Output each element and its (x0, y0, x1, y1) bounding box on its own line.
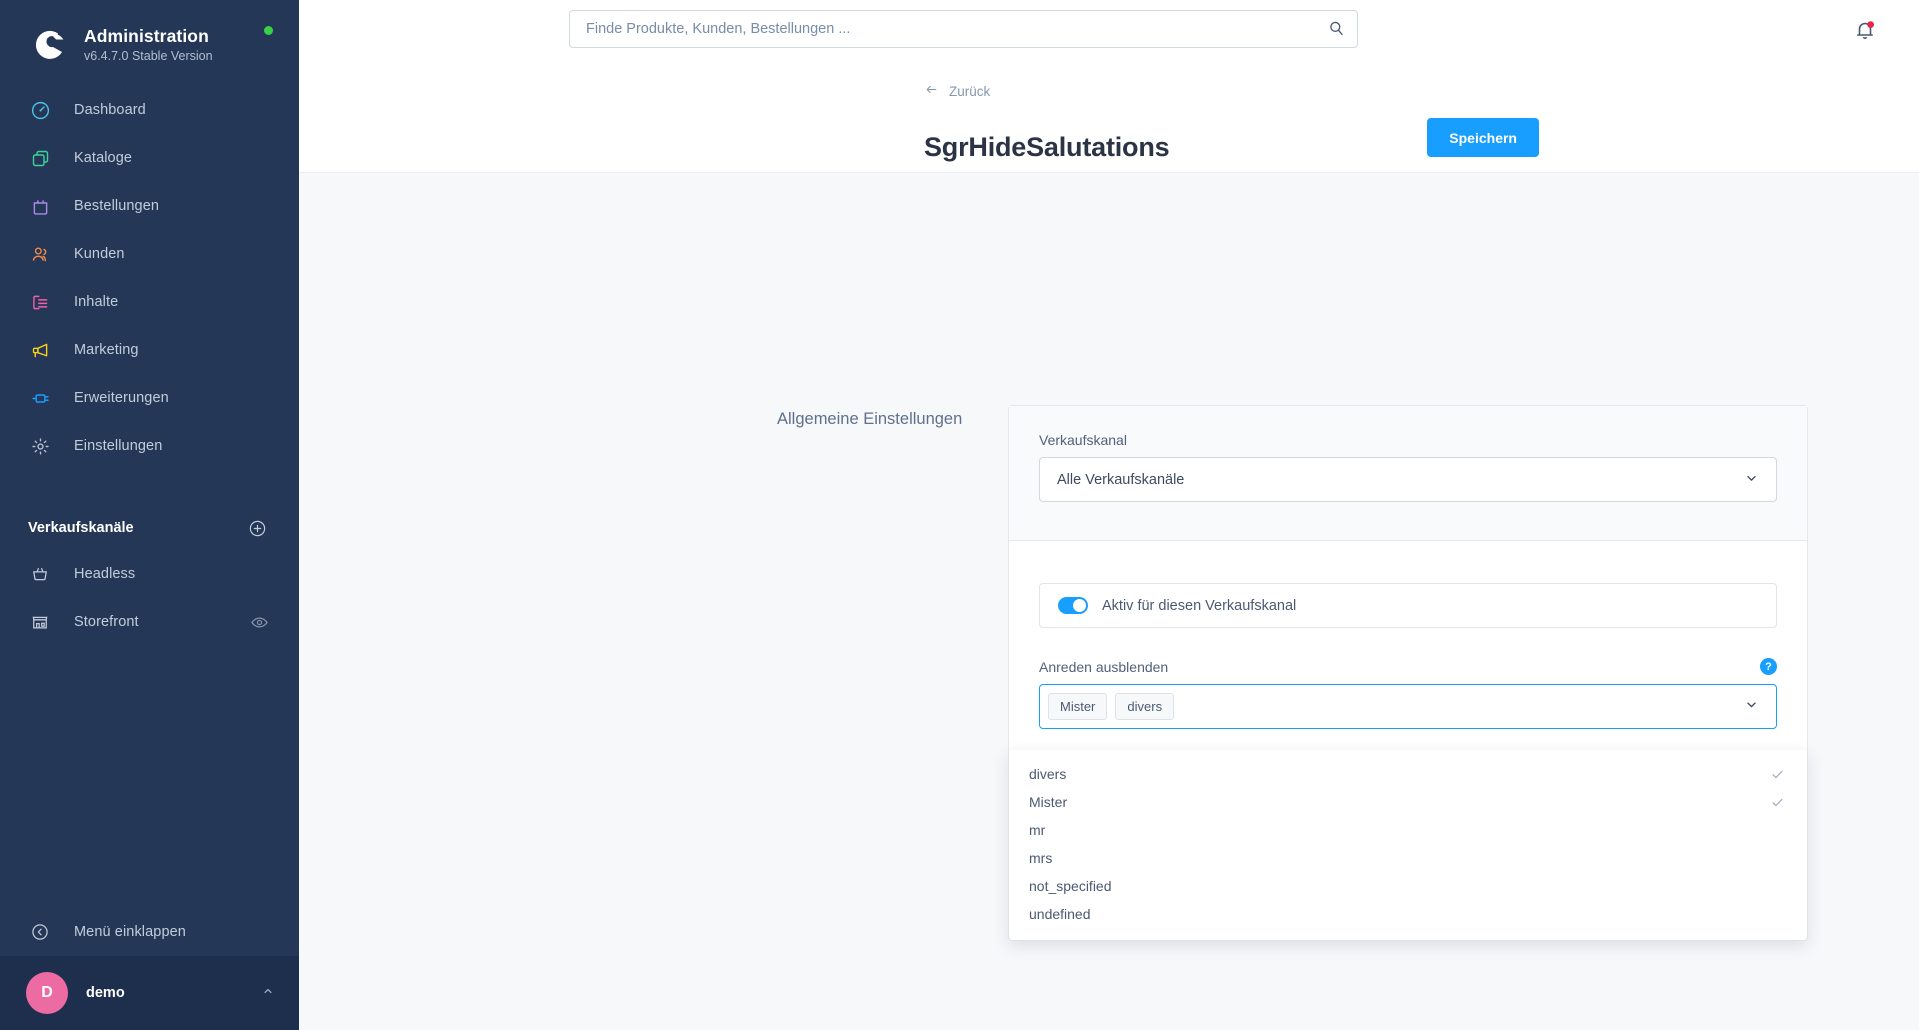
salutations-dropdown: divers Mister mr mrs not_specified undef… (1008, 750, 1808, 941)
card-body: Aktiv für diesen Verkaufskanal Anreden a… (1009, 541, 1807, 769)
sales-channel-select[interactable]: Alle Verkaufskanäle (1039, 457, 1777, 502)
sidebar-item-kataloge[interactable]: Kataloge (0, 134, 299, 182)
sales-channel-label: Verkaufskanal (1039, 432, 1127, 448)
sidebar-item-label: Erweiterungen (74, 390, 169, 406)
main-area: Zurück SgrHideSalutations Speichern Allg… (299, 0, 1919, 1030)
sidebar-item-label: Einstellungen (74, 438, 163, 454)
dropdown-option-label: undefined (1029, 906, 1091, 922)
sidebar-item-label: Bestellungen (74, 198, 160, 214)
chevron-down-icon (1743, 696, 1760, 718)
dropdown-option-mr[interactable]: mr (1009, 816, 1807, 844)
dropdown-option-not-specified[interactable]: not_specified (1009, 872, 1807, 900)
sidebar-item-label: Inhalte (74, 294, 119, 310)
sales-channel-section: Verkaufskanal Alle Verkaufskanäle (1009, 406, 1807, 541)
gear-icon (28, 434, 52, 458)
sales-channel-value: Alle Verkaufskanäle (1057, 471, 1185, 488)
section-label: Allgemeine Einstellungen (777, 410, 963, 428)
brand-title: Administration (84, 26, 209, 47)
shopware-logo-icon (28, 24, 70, 66)
avatar: D (26, 972, 68, 1014)
check-icon (1770, 767, 1785, 782)
sidebar-item-label: Headless (74, 566, 136, 582)
sidebar-item-dashboard[interactable]: Dashboard (0, 86, 299, 134)
sidebar-item-label: Dashboard (74, 102, 146, 118)
dropdown-option-label: divers (1029, 766, 1067, 782)
plugin-icon (28, 386, 52, 410)
store-icon (28, 610, 52, 634)
dropdown-option-label: mrs (1029, 850, 1053, 866)
dropdown-option-mrs[interactable]: mrs (1009, 844, 1807, 872)
selected-tag[interactable]: divers (1115, 693, 1175, 720)
plus-circle-icon[interactable] (248, 519, 267, 538)
sidebar-item-label: Storefront (74, 614, 139, 630)
orders-bag-icon (28, 194, 52, 218)
selected-tag[interactable]: Mister (1048, 693, 1108, 720)
page-title: SgrHideSalutations (924, 132, 1170, 163)
dropdown-option-divers[interactable]: divers (1009, 760, 1807, 788)
salutations-multiselect[interactable]: Mister divers (1039, 684, 1777, 729)
sales-channels-title: Verkaufskanäle (28, 520, 134, 536)
save-button[interactable]: Speichern (1427, 118, 1539, 157)
active-switch-row[interactable]: Aktiv für diesen Verkaufskanal (1039, 583, 1777, 628)
content-icon (28, 290, 52, 314)
check-icon (1770, 795, 1785, 810)
status-dot (264, 26, 273, 35)
collapse-menu-label: Menü einklappen (74, 924, 186, 940)
bell-icon[interactable] (1853, 18, 1877, 42)
back-link[interactable]: Zurück (924, 82, 990, 100)
search-input[interactable] (569, 10, 1358, 48)
brand-header[interactable]: Administration v6.4.7.0 Stable Version (0, 0, 299, 72)
sidebar-item-storefront[interactable]: Storefront (0, 598, 299, 646)
app-root: Administration v6.4.7.0 Stable Version D… (0, 0, 1919, 1030)
dropdown-option-undefined[interactable]: undefined (1009, 900, 1807, 928)
global-search (569, 10, 1358, 48)
sidebar-item-einstellungen[interactable]: Einstellungen (0, 422, 299, 470)
settings-card: Verkaufskanal Alle Verkaufskanäle Aktiv … (1008, 405, 1808, 770)
sidebar: Administration v6.4.7.0 Stable Version D… (0, 0, 299, 1030)
dropdown-option-label: Mister (1029, 794, 1068, 810)
question-mark-icon[interactable]: ? (1760, 658, 1777, 675)
dropdown-option-mister[interactable]: Mister (1009, 788, 1807, 816)
chevron-down-icon (1743, 469, 1760, 490)
sidebar-item-headless[interactable]: Headless (0, 550, 299, 598)
arrow-left-icon (924, 82, 939, 100)
active-switch-label: Aktiv für diesen Verkaufskanal (1102, 597, 1297, 614)
user-name: demo (86, 985, 125, 1001)
salutations-label: Anreden ausblenden (1039, 658, 1169, 675)
content-area: Allgemeine Einstellungen Verkaufskanal A… (299, 173, 1919, 941)
search-icon[interactable] (1326, 19, 1346, 39)
brand-version: v6.4.7.0 Stable Version (84, 49, 213, 64)
active-toggle[interactable] (1058, 597, 1088, 614)
back-label: Zurück (949, 83, 991, 99)
top-bar (299, 0, 1919, 58)
basket-icon (28, 562, 52, 586)
sidebar-item-label: Marketing (74, 342, 139, 358)
catalogue-icon (28, 146, 52, 170)
eye-icon[interactable] (250, 613, 269, 632)
user-profile-row[interactable]: D demo (0, 956, 299, 1030)
salutations-label-row: Anreden ausblenden ? (1039, 658, 1777, 675)
chevron-up-icon[interactable] (261, 984, 275, 1003)
sidebar-item-marketing[interactable]: Marketing (0, 326, 299, 374)
collapse-menu-button[interactable]: Menü einklappen (0, 908, 299, 956)
dropdown-option-label: mr (1029, 822, 1046, 838)
sidebar-item-label: Kataloge (74, 150, 133, 166)
collapse-left-icon (28, 920, 52, 944)
customers-icon (28, 242, 52, 266)
sidebar-item-kunden[interactable]: Kunden (0, 230, 299, 278)
sidebar-item-bestellungen[interactable]: Bestellungen (0, 182, 299, 230)
megaphone-icon (28, 338, 52, 362)
sidebar-item-inhalte[interactable]: Inhalte (0, 278, 299, 326)
sidebar-item-label: Kunden (74, 246, 125, 262)
main-navigation: Dashboard Kataloge Bestellungen Kunden I… (0, 86, 299, 470)
sales-channels-section-header: Verkaufskanäle (0, 506, 299, 550)
dropdown-option-label: not_specified (1029, 878, 1112, 894)
dashboard-icon (28, 98, 52, 122)
sidebar-item-erweiterungen[interactable]: Erweiterungen (0, 374, 299, 422)
